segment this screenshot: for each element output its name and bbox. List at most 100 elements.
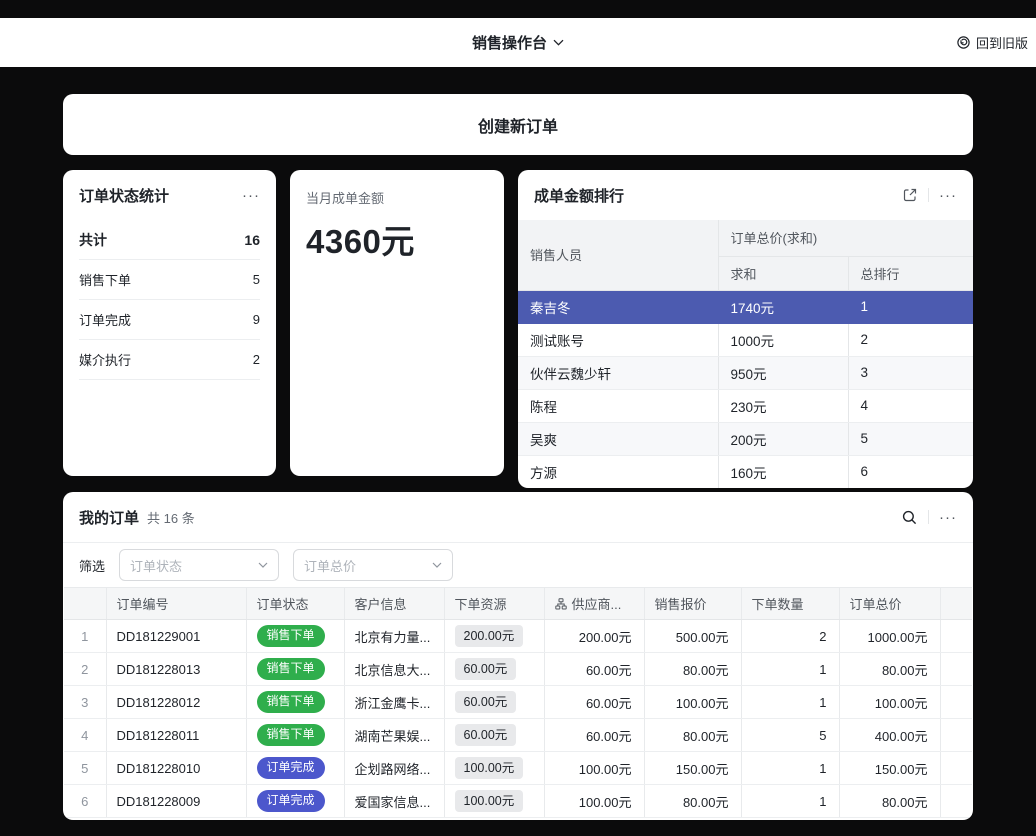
search-icon[interactable] [901, 509, 918, 526]
col-header-customer[interactable]: 客户信息 [344, 588, 444, 620]
icon-separator [928, 510, 929, 524]
status-label: 共计 [79, 230, 107, 250]
filter-order-total-select[interactable]: 订单总价 [293, 549, 453, 581]
ranking-row[interactable]: 测试账号 1000元 2 [518, 323, 973, 356]
col-header-stub [940, 588, 972, 620]
order-row[interactable]: 6 DD181228009 订单完成 爱国家信息... 100.00元 100.… [64, 785, 972, 818]
status-row[interactable]: 媒介执行 2 [79, 340, 260, 380]
order-row[interactable]: 2 DD181228013 销售下单 北京信息大... 60.00元 60.00… [64, 653, 972, 686]
order-row[interactable]: 4 DD181228011 销售下单 湖南芒果娱... 60.00元 60.00… [64, 719, 972, 752]
sales-quote: 80.00元 [644, 653, 741, 686]
person-sum: 950元 [718, 356, 848, 389]
order-status-list: 共计 16 销售下单 5 订单完成 9 媒介执行 2 [63, 220, 276, 380]
col-header-rank[interactable]: 总排行 [848, 256, 973, 290]
order-row[interactable]: 5 DD181228010 订单完成 企划路网络... 100.00元 100.… [64, 752, 972, 785]
orders-table: 订单编号 订单状态 客户信息 下单资源 供应商... 销售报价 下单数量 订单总… [64, 587, 972, 818]
col-header-group[interactable]: 订单总价(求和) [718, 220, 973, 256]
status-row[interactable]: 销售下单 5 [79, 260, 260, 300]
icon-separator [928, 188, 929, 202]
create-order-button[interactable]: 创建新订单 [63, 94, 973, 155]
order-id: DD181229001 [106, 620, 246, 653]
order-status-cell: 销售下单 [246, 620, 344, 653]
person-name: 吴爽 [518, 422, 718, 455]
order-id: DD181228013 [106, 653, 246, 686]
order-row[interactable]: 1 DD181229001 销售下单 北京有力量... 200.00元 200.… [64, 620, 972, 653]
resource-badge: 100.00元 [455, 790, 524, 812]
col-header-sum[interactable]: 求和 [718, 256, 848, 290]
order-status-title: 订单状态统计 [79, 185, 169, 206]
col-header-quote[interactable]: 销售报价 [644, 588, 741, 620]
status-badge: 销售下单 [257, 724, 325, 746]
person-name: 伙伴云魏少轩 [518, 356, 718, 389]
export-icon[interactable] [902, 187, 918, 203]
status-label: 媒介执行 [79, 350, 131, 369]
my-orders-title: 我的订单 [79, 507, 139, 528]
order-id: DD181228010 [106, 752, 246, 785]
sales-quote: 80.00元 [644, 719, 741, 752]
row-number: 4 [64, 719, 106, 752]
order-id: DD181228012 [106, 686, 246, 719]
ranking-row[interactable]: 吴爽 200元 5 [518, 422, 973, 455]
status-label: 销售下单 [79, 270, 131, 289]
orders-count: 共 16 条 [147, 508, 195, 527]
col-header-supplier-label: 供应商... [572, 594, 622, 613]
customer-info: 北京有力量... [344, 620, 444, 653]
col-header-person[interactable]: 销售人员 [518, 220, 718, 290]
status-value: 2 [253, 352, 260, 367]
person-sum: 230元 [718, 389, 848, 422]
ranking-row[interactable]: 方源 160元 6 [518, 455, 973, 488]
order-total: 100.00元 [839, 686, 940, 719]
ranking-row[interactable]: 秦吉冬 1740元 1 [518, 290, 973, 323]
status-badge: 订单完成 [257, 757, 325, 779]
more-menu-icon[interactable]: ··· [939, 510, 957, 525]
col-header-order-status[interactable]: 订单状态 [246, 588, 344, 620]
col-header-order-id[interactable]: 订单编号 [106, 588, 246, 620]
back-label: 回到旧版 [976, 33, 1028, 52]
chevron-down-icon [258, 562, 268, 568]
col-header-total[interactable]: 订单总价 [839, 588, 940, 620]
order-qty: 5 [741, 719, 839, 752]
order-id: DD181228011 [106, 719, 246, 752]
order-total: 80.00元 [839, 785, 940, 818]
ranking-title: 成单金额排行 [534, 185, 624, 206]
restore-icon [956, 35, 971, 50]
row-number: 3 [64, 686, 106, 719]
sales-quote: 80.00元 [644, 785, 741, 818]
person-name: 秦吉冬 [518, 290, 718, 323]
person-rank: 2 [848, 323, 973, 356]
resource-cell: 60.00元 [444, 653, 544, 686]
col-header-supplier[interactable]: 供应商... [544, 588, 644, 620]
resource-cell: 60.00元 [444, 686, 544, 719]
order-total: 400.00元 [839, 719, 940, 752]
status-row-total[interactable]: 共计 16 [79, 220, 260, 260]
stub-cell [940, 752, 972, 785]
sales-quote: 150.00元 [644, 752, 741, 785]
ranking-row[interactable]: 陈程 230元 4 [518, 389, 973, 422]
status-value: 9 [253, 312, 260, 327]
row-number: 2 [64, 653, 106, 686]
status-row[interactable]: 订单完成 9 [79, 300, 260, 340]
order-status-cell: 订单完成 [246, 752, 344, 785]
sales-quote: 100.00元 [644, 686, 741, 719]
sales-quote: 500.00元 [644, 620, 741, 653]
order-row[interactable]: 3 DD181228012 销售下单 浙江金鹰卡... 60.00元 60.00… [64, 686, 972, 719]
back-to-old-version-button[interactable]: 回到旧版 [956, 18, 1028, 67]
col-header-resource[interactable]: 下单资源 [444, 588, 544, 620]
orders-table-header-row: 订单编号 订单状态 客户信息 下单资源 供应商... 销售报价 下单数量 订单总… [64, 588, 972, 620]
top-bar: 销售操作台 回到旧版 [0, 18, 1036, 67]
status-badge: 销售下单 [257, 625, 325, 647]
order-qty: 1 [741, 686, 839, 719]
resource-badge: 60.00元 [455, 691, 517, 713]
more-menu-icon[interactable]: ··· [939, 188, 957, 203]
filter-order-status-select[interactable]: 订单状态 [119, 549, 279, 581]
workspace-switcher[interactable]: 销售操作台 [0, 18, 1036, 67]
person-rank: 4 [848, 389, 973, 422]
ranking-row[interactable]: 伙伴云魏少轩 950元 3 [518, 356, 973, 389]
more-menu-icon[interactable]: ··· [242, 188, 260, 203]
resource-cell: 100.00元 [444, 785, 544, 818]
row-number: 6 [64, 785, 106, 818]
filter-placeholder: 订单总价 [304, 556, 356, 575]
order-qty: 1 [741, 785, 839, 818]
col-header-qty[interactable]: 下单数量 [741, 588, 839, 620]
person-sum: 160元 [718, 455, 848, 488]
